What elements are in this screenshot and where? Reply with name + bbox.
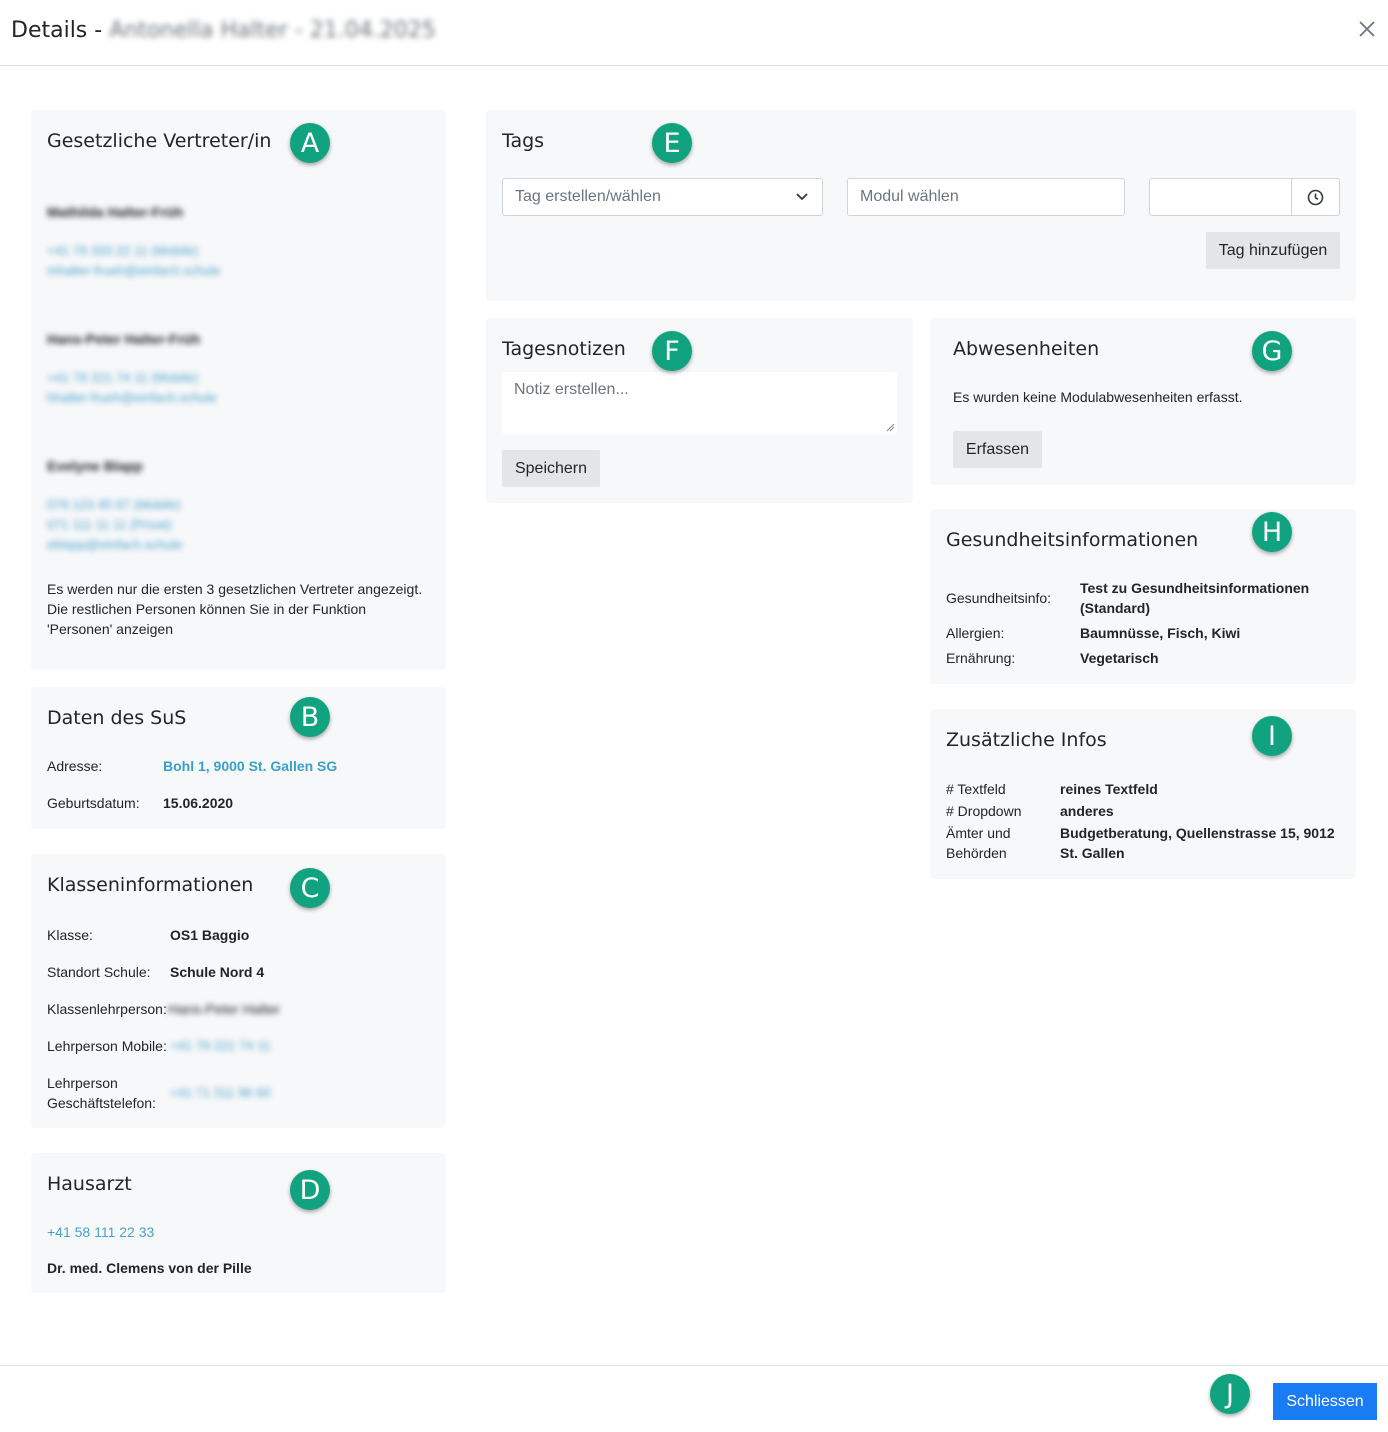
health-info-value-2: (Standard) xyxy=(1080,600,1150,616)
module-select[interactable]: Modul wählen xyxy=(847,178,1125,216)
doctor-title: Hausarzt xyxy=(47,1173,132,1195)
dropdown-label: # Dropdown xyxy=(946,803,1022,819)
note-textarea-placeholder: Notiz erstellen... xyxy=(514,381,629,398)
modal-header: Details - Antonella Halter - 21.04.2025 xyxy=(0,0,1388,66)
dropdown-value: anderes xyxy=(1060,803,1114,819)
guardian-1-name: Mathilda Halter-Früh xyxy=(47,204,184,220)
textfield-label: # Textfeld xyxy=(946,781,1006,797)
add-tag-button[interactable]: Tag hinzufügen xyxy=(1206,232,1340,269)
teacher-phone-label-1: Lehrperson xyxy=(47,1075,118,1091)
guardians-card: Gesetzliche Vertreter/in Mathilda Halter… xyxy=(31,110,446,670)
save-note-button[interactable]: Speichern xyxy=(502,450,600,487)
teacher-label: Klassenlehrperson: xyxy=(47,1001,167,1017)
module-select-placeholder: Modul wählen xyxy=(860,188,959,205)
marker-e: E xyxy=(652,123,692,163)
guardian-3-name: Evelyne Blapp xyxy=(47,458,143,474)
address-label: Adresse: xyxy=(47,758,103,774)
notes-card: Tagesnotizen Notiz erstellen... Speicher… xyxy=(486,318,913,503)
teacher-phone-label-2: Geschäftstelefon: xyxy=(47,1095,156,1111)
doctor-card: Hausarzt +41 58 111 22 33 Dr. med. Cleme… xyxy=(31,1153,446,1293)
health-card: Gesundheitsinformationen Gesundheitsinfo… xyxy=(930,509,1356,684)
birthdate-label: Geburtsdatum: xyxy=(47,795,140,811)
absences-empty-text: Es wurden keine Modulabwesenheiten erfas… xyxy=(953,389,1243,405)
guardian-2-name: Hans-Peter Halter-Früh xyxy=(47,331,201,347)
absences-card: Abwesenheiten Es wurden keine Modulabwes… xyxy=(930,318,1356,485)
absences-title: Abwesenheiten xyxy=(953,338,1100,360)
allergy-value: Baumnüsse, Fisch, Kiwi xyxy=(1080,625,1241,641)
marker-a: A xyxy=(290,123,330,163)
marker-i: I xyxy=(1252,716,1292,756)
office-label-1: Ämter und xyxy=(946,825,1011,841)
office-label-2: Behörden xyxy=(946,845,1007,861)
extra-info-title: Zusätzliche Infos xyxy=(946,729,1107,751)
notes-title: Tagesnotizen xyxy=(502,338,626,360)
close-button[interactable]: Schliessen xyxy=(1273,1383,1377,1420)
guardians-note-line-3: 'Personen' anzeigen xyxy=(47,621,173,637)
health-info-label: Gesundheitsinfo: xyxy=(946,590,1052,606)
tag-select[interactable]: Tag erstellen/wählen xyxy=(502,178,823,216)
guardians-note-line-1: Es werden nur die ersten 3 gesetzlichen … xyxy=(47,581,423,597)
modal-title-redacted: Antonella Halter - 21.04.2025 xyxy=(109,18,436,43)
guardian-3-mobile[interactable]: 079 123 45 67 (Mobile) xyxy=(47,497,181,512)
teacher-mobile-label: Lehrperson Mobile: xyxy=(47,1038,167,1054)
allergy-label: Allergien: xyxy=(946,625,1005,641)
marker-g: G xyxy=(1252,331,1292,371)
marker-b: B xyxy=(290,697,330,737)
health-title: Gesundheitsinformationen xyxy=(946,529,1199,551)
guardian-3-email[interactable]: eblapp@einfach.schule xyxy=(47,537,182,552)
teacher-value: Hans-Peter Halter xyxy=(168,1001,281,1017)
student-card: Daten des SuS Adresse: Bohl 1, 9000 St. … xyxy=(31,687,446,829)
guardian-1-phone[interactable]: +41 79 333 22 11 (Mobile) xyxy=(47,243,198,258)
diet-label: Ernährung: xyxy=(946,650,1016,666)
tags-card: Tags Tag erstellen/wählen Modul wählen T… xyxy=(486,110,1356,301)
marker-c: C xyxy=(290,868,330,908)
class-label: Klasse: xyxy=(47,927,93,943)
address-link[interactable]: Bohl 1, 9000 St. Gallen SG xyxy=(163,758,337,774)
diet-value: Vegetarisch xyxy=(1080,650,1159,666)
guardian-1-email[interactable]: mhalter-frueh@einfach.schule xyxy=(47,263,221,278)
class-value: OS1 Baggio xyxy=(170,927,250,943)
school-value: Schule Nord 4 xyxy=(170,964,265,980)
resize-handle-icon[interactable] xyxy=(886,423,895,432)
extra-info-card: Zusätzliche Infos # Textfeld reines Text… xyxy=(930,709,1356,879)
class-info-title: Klasseninformationen xyxy=(47,874,254,896)
modal-title-prefix: Details - xyxy=(11,18,110,43)
close-icon[interactable] xyxy=(1356,18,1378,40)
clock-icon[interactable] xyxy=(1307,189,1324,206)
modal-title: Details - Antonella Halter - 21.04.2025 xyxy=(11,18,436,43)
guardians-title: Gesetzliche Vertreter/in xyxy=(47,130,272,152)
birthdate-value: 15.06.2020 xyxy=(163,795,234,811)
office-value-1: Budgetberatung, Quellenstrasse 15, 9012 xyxy=(1060,825,1335,841)
tags-title: Tags xyxy=(502,130,545,152)
marker-f: F xyxy=(652,331,692,371)
doctor-name: Dr. med. Clemens von der Pille xyxy=(47,1260,252,1276)
textfield-value: reines Textfeld xyxy=(1060,781,1158,797)
class-info-card: Klasseninformationen Klasse: OS1 Baggio … xyxy=(31,854,446,1128)
teacher-phone-link[interactable]: +41 71 311 96 60 xyxy=(170,1085,271,1100)
guardian-2-phone[interactable]: +41 79 221 74 11 (Mobile) xyxy=(47,370,198,385)
marker-j: J xyxy=(1210,1374,1250,1414)
time-input-group xyxy=(1149,178,1340,216)
office-value-2: St. Gallen xyxy=(1060,845,1125,861)
student-title: Daten des SuS xyxy=(47,707,187,729)
doctor-phone-link[interactable]: +41 58 111 22 33 xyxy=(47,1224,154,1240)
marker-h: H xyxy=(1252,512,1292,552)
guardians-note-line-2: Die restlichen Personen können Sie in de… xyxy=(47,601,367,617)
guardian-3-private[interactable]: 071 111 11 11 (Privat) xyxy=(47,517,172,532)
note-textarea[interactable]: Notiz erstellen... xyxy=(502,372,897,434)
marker-d: D xyxy=(290,1170,330,1210)
guardian-2-email[interactable]: hhalter-frueh@einfach.schule xyxy=(47,390,217,405)
chevron-down-icon xyxy=(796,193,808,201)
school-label: Standort Schule: xyxy=(47,964,151,980)
modal-footer: Schliessen xyxy=(0,1365,1388,1432)
tag-select-placeholder: Tag erstellen/wählen xyxy=(515,188,661,205)
teacher-mobile-link[interactable]: +41 79 221 74 11 xyxy=(170,1038,271,1053)
health-info-value-1: Test zu Gesundheitsinformationen xyxy=(1080,580,1310,596)
record-absence-button[interactable]: Erfassen xyxy=(953,431,1042,468)
